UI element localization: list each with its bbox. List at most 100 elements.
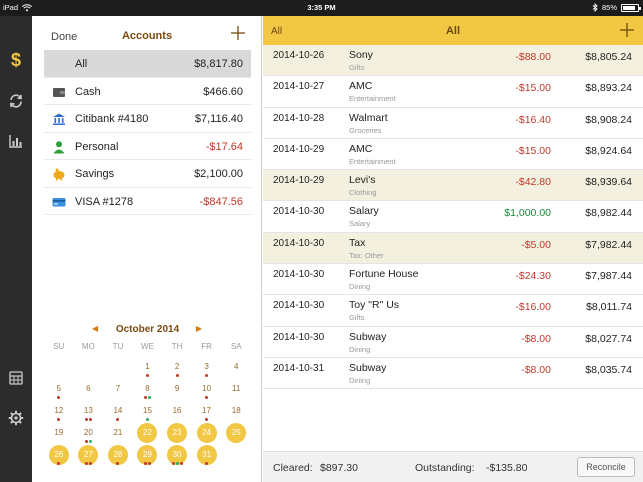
expense-dot [116,418,120,421]
transaction-row[interactable]: 2014-10-28 Walmart Groceries -$16.40 $8,908.… [263,108,643,139]
transaction-date: 2014-10-30 [273,237,325,249]
calendar-day[interactable]: 12 [44,400,74,422]
transaction-row[interactable]: 2014-10-30 Subway Dining -$8.00 $8,027.74 [263,327,643,358]
dollar-button[interactable]: $ [4,48,28,72]
calculator-icon [9,371,23,385]
account-row[interactable]: VISA #1278 -$847.56 [44,188,251,215]
transaction-amount: -$8.00 [521,332,551,345]
calendar-day[interactable]: 9 [162,378,192,400]
transaction-category: Salary [349,219,371,229]
dollar-icon: $ [11,50,21,70]
day-number: 18 [231,406,241,415]
transaction-amount: -$15.00 [515,144,551,157]
calendar-day[interactable]: 13 [74,400,104,422]
transaction-row[interactable]: 2014-10-30 Tax Tax: Other -$5.00 $7,982.44 [263,232,643,265]
transaction-row[interactable]: 2014-10-29 Levi's Clothing -$42.80 $8,939.64 [263,170,643,202]
expense-dot [175,374,179,377]
calendar-day[interactable]: 21 [103,422,133,444]
calendar-day[interactable]: 20 [74,422,104,444]
day-dots [44,396,74,399]
day-number: 6 [86,384,91,393]
calendar-day[interactable]: 31 [192,444,222,466]
transaction-date: 2014-10-29 [273,143,325,155]
transaction-amount: -$42.80 [515,176,551,189]
calendar-day[interactable]: 23 [162,422,192,444]
calendar-day[interactable]: 15 [133,400,163,422]
calendar-day[interactable]: 6 [74,378,104,400]
calendar-day[interactable]: 18 [221,400,251,422]
accounts-list: All $8,817.80 Cash $466.60 Citibank #4180 $7,… [44,50,251,215]
calendar-day[interactable]: 27 [74,444,104,466]
transaction-date: 2014-10-31 [273,362,325,374]
calendar-month: October 2014 [115,324,180,335]
sync-button[interactable] [4,89,28,113]
expense-dot [143,396,147,399]
transaction-payee: Tax [349,236,366,249]
transaction-row[interactable]: 2014-10-30 Salary Salary $1,000.00 $8,982.44 [263,201,643,233]
transaction-payee: AMC [349,142,373,155]
reports-button[interactable] [4,129,28,153]
calendar-day[interactable]: 29 [133,444,163,466]
calendar-day[interactable]: 26 [44,444,74,466]
calendar-day[interactable]: 11 [221,378,251,400]
expense-dot [205,418,209,421]
day-dots [192,374,222,377]
status-time: 3:35 PM [307,3,336,12]
weekday-label: TU [112,342,124,351]
calendar-day[interactable]: 19 [44,422,74,444]
calendar-day[interactable]: 3 [192,356,222,378]
transaction-category: Groceries [349,125,382,135]
account-name: Citibank #4180 [75,113,149,125]
transaction-amount: -$16.00 [515,301,551,314]
account-name: Personal [75,140,119,153]
bar-chart-icon [9,135,22,148]
calendar-day[interactable]: 1 [133,356,163,378]
transactions-header: All All [263,16,643,45]
account-row[interactable]: Savings $2,100.00 [44,160,251,188]
calendar-day[interactable]: 2 [162,356,192,378]
transaction-row[interactable]: 2014-10-31 Subway Dining -$8.00 $8,035.74 [263,358,643,390]
calendar-day[interactable]: 17 [192,400,222,422]
settings-button[interactable] [4,406,28,430]
calendar-day[interactable]: 10 [192,378,222,400]
next-month-icon[interactable]: ▶ [196,324,202,333]
calendar-day[interactable]: 22 [133,422,163,444]
calendar-day[interactable]: 16 [162,400,192,422]
reconcile-button[interactable]: Reconcile [577,457,635,477]
calendar-day[interactable]: 14 [103,400,133,422]
calendar-day[interactable]: 28 [103,444,133,466]
income-dot [88,440,92,443]
transaction-row[interactable]: 2014-10-27 AMC Entertainment -$15.00 $8,893.… [263,76,643,108]
day-dots [162,374,192,377]
day-dots [133,374,163,377]
transaction-row[interactable]: 2014-10-29 AMC Entertainment -$15.00 $8,924.… [263,139,643,171]
add-account-icon[interactable] [229,24,247,42]
day-dots [192,418,222,421]
account-row[interactable]: Cash $466.60 [44,78,251,105]
transaction-row[interactable]: 2014-10-30 Toy "R" Us Gifts -$16.00 $8,011.7… [263,295,643,327]
calendar-day[interactable]: 30 [162,444,192,466]
day-number: 22 [137,423,158,443]
income-dot [175,462,179,465]
day-dots [133,396,163,399]
calendar-day[interactable]: 25 [221,422,251,444]
account-row[interactable]: All $8,817.80 [44,50,251,78]
transaction-payee: Salary [349,205,379,218]
account-row[interactable]: Citibank #4180 $7,116.40 [44,105,251,133]
transaction-balance: $7,982.44 [585,238,632,251]
calendar-day[interactable]: 24 [192,422,222,444]
day-dots [44,418,74,421]
add-transaction-icon[interactable] [619,22,635,38]
calendar-day[interactable]: 4 [221,356,251,378]
transaction-amount: -$8.00 [521,363,551,376]
calendar-day[interactable]: 7 [103,378,133,400]
transaction-row[interactable]: 2014-10-30 Fortune House Dining -$24.30 $7,9… [263,264,643,296]
expense-dot [57,396,61,399]
transaction-category: Tax: Other [349,250,384,260]
calendar-day[interactable]: 5 [44,378,74,400]
day-dots [74,418,104,421]
calculator-button[interactable] [4,366,28,390]
transaction-row[interactable]: 2014-10-26 Sony Gifts -$88.00 $8,805.24 [263,45,643,77]
calendar-day[interactable]: 8 [133,378,163,400]
account-row[interactable]: Personal -$17.64 [44,133,251,160]
